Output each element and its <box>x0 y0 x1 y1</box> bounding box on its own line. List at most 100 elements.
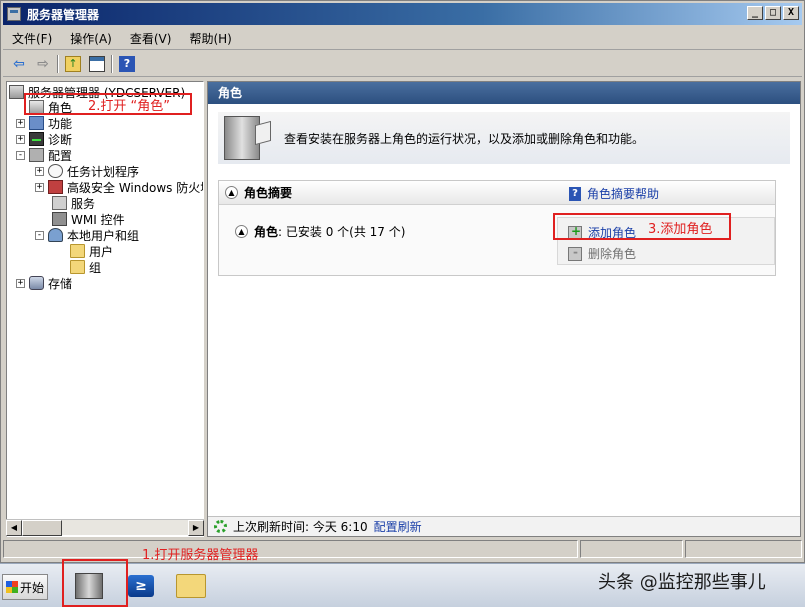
toolbar: ⇦ ⇨ ↑ ? <box>3 51 802 77</box>
status-bar <box>3 540 802 560</box>
collapse-section-button[interactable]: ▲ <box>225 186 238 199</box>
tree-item-firewall[interactable]: + 高级安全 Windows 防火墙 <box>35 179 204 195</box>
close-button[interactable]: X <box>783 6 799 20</box>
forward-arrow-icon[interactable]: ⇨ <box>33 54 53 74</box>
tree-item-label: 本地用户和组 <box>67 228 140 243</box>
roles-summary-help-link[interactable]: ? 角色摘要帮助 <box>569 185 659 202</box>
tree-item-local-users-groups[interactable]: - 本地用户和组 <box>35 227 139 243</box>
tree-item-storage[interactable]: + 存储 <box>16 275 72 291</box>
collapse-toggle[interactable]: - <box>16 150 25 160</box>
expand-toggle[interactable]: + <box>16 278 25 288</box>
configuration-icon <box>29 148 44 162</box>
title-bar[interactable]: 服务器管理器 _ □ X <box>3 3 802 25</box>
content-header: 角色 <box>208 82 800 104</box>
expand-toggle[interactable]: + <box>35 182 44 192</box>
tree-item-configuration[interactable]: - 配置 <box>16 147 72 163</box>
remove-roles-link[interactable]: 删除角色 <box>568 245 636 262</box>
roles-label: 角色 <box>254 225 279 239</box>
folder-icon <box>70 260 85 274</box>
remove-roles-label: 删除角色 <box>588 247 637 261</box>
server-manager-icon <box>9 85 24 99</box>
window-controls: _ □ X <box>747 6 799 20</box>
tree-item-wmi-control[interactable]: WMI 控件 <box>52 211 125 227</box>
start-button[interactable]: 开始 <box>2 574 48 600</box>
roles-summary-help-label: 角色摘要帮助 <box>587 187 660 201</box>
roles-summary-title: 角色摘要 <box>244 186 293 200</box>
start-label: 开始 <box>20 580 45 595</box>
up-folder-button[interactable]: ↑ <box>63 54 83 74</box>
tree-item-label: 任务计划程序 <box>67 164 140 179</box>
back-arrow-icon[interactable]: ⇦ <box>9 54 29 74</box>
folder-icon <box>70 244 85 258</box>
task-scheduler-icon <box>48 164 63 178</box>
storage-icon <box>29 276 44 290</box>
menu-file[interactable]: 文件(F) <box>3 30 61 47</box>
menu-bar: 文件(F) 操作(A) 查看(V) 帮助(H) <box>3 28 802 50</box>
last-refresh-text: 上次刷新时间: 今天 6:10 <box>233 520 368 534</box>
status-cell <box>3 540 578 558</box>
tree-item-label: 组 <box>89 260 102 275</box>
minimize-button[interactable]: _ <box>747 6 763 20</box>
local-users-icon <box>48 228 63 242</box>
remove-role-icon <box>568 245 582 261</box>
refresh-icon <box>214 520 227 533</box>
tree-item-diagnostics[interactable]: + 诊断 <box>16 131 72 147</box>
tree-item-groups[interactable]: 组 <box>70 259 101 275</box>
scroll-right-button[interactable]: ▶ <box>188 520 204 536</box>
annotation-step3: 3.添加角色 <box>648 222 713 237</box>
roles-status-line: ▲ 角色 : 已安装 0 个(共 17 个) <box>235 223 405 240</box>
features-icon <box>29 116 44 130</box>
roles-intro-text: 查看安装在服务器上角色的运行状况，以及添加或删除角色和功能。 <box>284 131 645 146</box>
tree-item-label: 存储 <box>48 276 73 291</box>
configure-refresh-link[interactable]: 配置刷新 <box>374 518 422 535</box>
navigation-tree: 服务器管理器 (YDCSERVER) 角色 + 功能 + 诊断 - 配置 + 任… <box>6 81 204 537</box>
show-hide-pane-button[interactable] <box>87 54 107 74</box>
window-title: 服务器管理器 <box>27 7 100 22</box>
tree-item-label: 功能 <box>48 116 73 131</box>
file-explorer-icon <box>176 574 206 598</box>
tree-item-task-scheduler[interactable]: + 任务计划程序 <box>35 163 139 179</box>
help-button[interactable]: ? <box>117 54 137 74</box>
menu-view[interactable]: 查看(V) <box>121 30 181 47</box>
menu-action[interactable]: 操作(A) <box>61 30 121 47</box>
server-manager-app-icon <box>7 7 21 21</box>
tree-item-label: 高级安全 Windows 防火墙 <box>67 180 204 195</box>
roles-intro-panel: 查看安装在服务器上角色的运行状况，以及添加或删除角色和功能。 <box>218 112 790 164</box>
help-icon: ? <box>569 186 581 201</box>
expand-toggle[interactable]: + <box>16 134 25 144</box>
tree-item-label: 诊断 <box>48 132 73 147</box>
server-manager-window: 服务器管理器 _ □ X 文件(F) 操作(A) 查看(V) 帮助(H) ⇦ ⇨… <box>0 0 805 563</box>
taskbar-explorer-button[interactable] <box>168 568 214 604</box>
services-icon <box>52 196 67 210</box>
expand-toggle[interactable]: + <box>35 166 44 176</box>
windows-logo-icon <box>6 581 18 593</box>
up-folder-icon: ↑ <box>65 55 81 72</box>
collapse-toggle[interactable]: - <box>35 230 44 240</box>
scrollbar-thumb[interactable] <box>22 520 62 536</box>
watermark-text: 头条 @监控那些事儿 <box>598 572 766 593</box>
roles-summary-header: ▲ 角色摘要 ? 角色摘要帮助 <box>219 181 775 205</box>
collapse-roles-button[interactable]: ▲ <box>235 225 248 238</box>
restore-button[interactable]: □ <box>765 6 781 20</box>
show-hide-pane-icon <box>89 55 105 72</box>
annotation-box-taskbar <box>62 559 128 607</box>
refresh-status-bar: 上次刷新时间: 今天 6:10 配置刷新 <box>208 516 800 536</box>
roles-installed-count: : 已安装 0 个(共 17 个) <box>278 225 406 239</box>
tree-horizontal-scrollbar[interactable]: ◀ ▶ <box>6 519 204 536</box>
firewall-icon <box>48 180 63 194</box>
annotation-step1: 1.打开服务器管理器 <box>142 548 259 563</box>
scrollbar-track[interactable] <box>62 520 188 535</box>
diagnostics-icon <box>29 132 44 146</box>
tree-item-services[interactable]: 服务 <box>52 195 95 211</box>
tree-item-label: WMI 控件 <box>71 212 125 227</box>
tree-item-users[interactable]: 用户 <box>70 243 113 259</box>
help-icon: ? <box>119 55 135 72</box>
powershell-icon: ≥ <box>128 575 154 597</box>
expand-toggle[interactable]: + <box>16 118 25 128</box>
toolbar-separator <box>111 54 113 73</box>
menu-help[interactable]: 帮助(H) <box>180 30 240 47</box>
roles-content-pane: 角色 查看安装在服务器上角色的运行状况，以及添加或删除角色和功能。 ▲ 角色摘要… <box>207 81 801 537</box>
scroll-left-button[interactable]: ◀ <box>6 520 22 536</box>
tree-item-features[interactable]: + 功能 <box>16 115 72 131</box>
toolbar-separator <box>57 54 59 73</box>
